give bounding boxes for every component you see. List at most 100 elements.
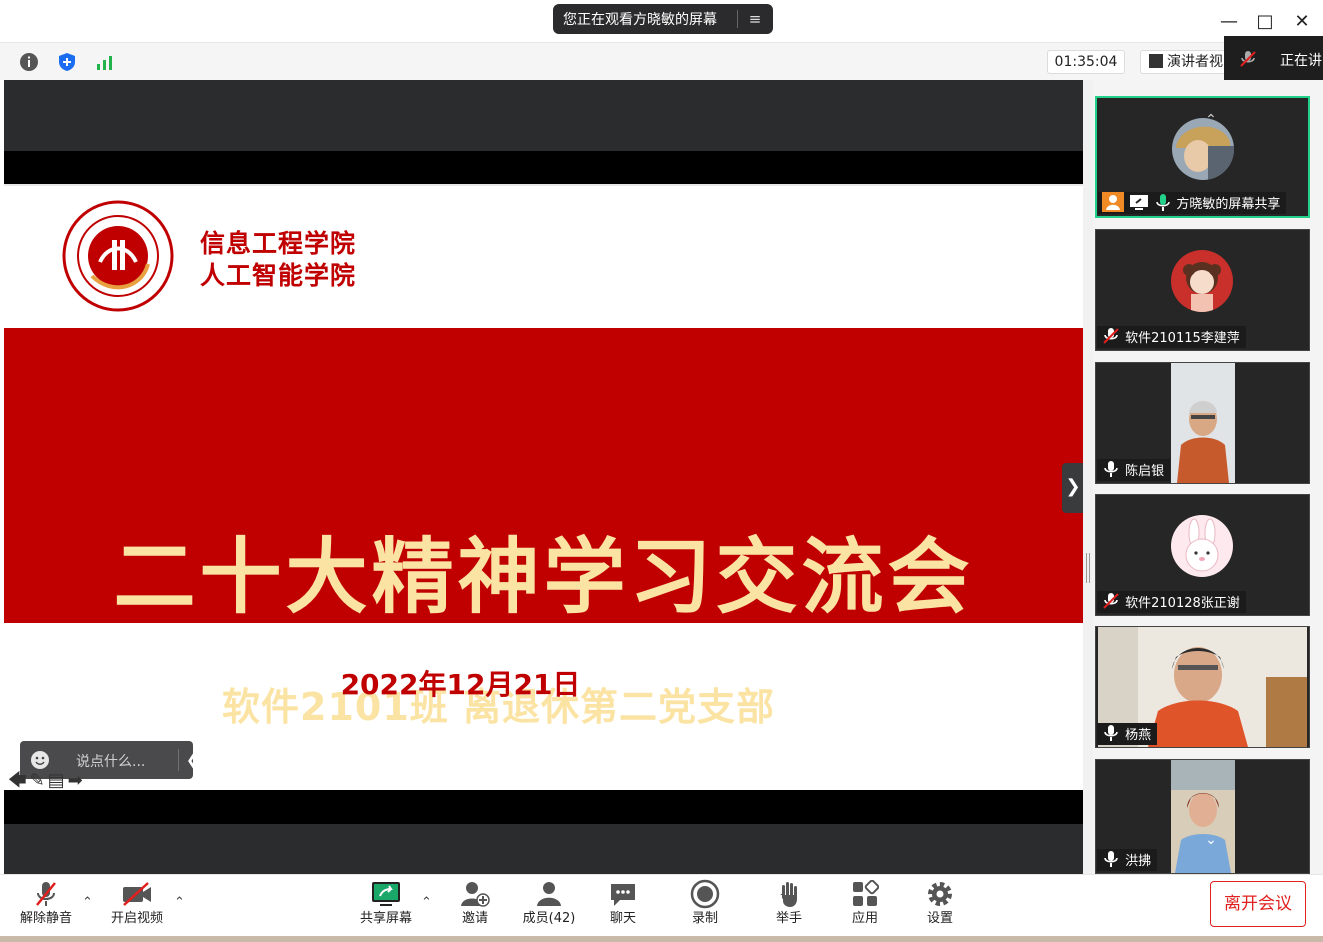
talking-indicator: 正在讲: [1224, 36, 1323, 80]
participant-name-bar: 软件210128张正谢: [1097, 591, 1246, 613]
participant-name-bar: 洪拂: [1097, 849, 1158, 871]
video-off-icon: [123, 882, 151, 906]
info-icon[interactable]: [18, 51, 42, 73]
screen-share-banner[interactable]: 您正在观看方晓敏的屏幕 ≡: [553, 4, 773, 34]
chat-button[interactable]: 聊天: [600, 877, 646, 935]
mic-icon: [1104, 725, 1118, 741]
start-video-label: 开启视频: [110, 911, 163, 926]
layout-icon: [1149, 54, 1163, 68]
annotation-tools-icon[interactable]: 🡄✎▤➡: [8, 768, 86, 798]
screen-share-icon: [1130, 195, 1149, 210]
video-options-chevron-icon[interactable]: ⌃: [174, 895, 185, 910]
chat-icon: [611, 884, 635, 906]
slide-date: 2022年12月21日: [340, 668, 581, 701]
participant-tile[interactable]: ⌄ 洪拂: [1095, 759, 1310, 874]
share-screen-button[interactable]: 共享屏幕: [356, 877, 416, 935]
share-options-chevron-icon[interactable]: ⌃: [421, 895, 432, 910]
chat-placeholder[interactable]: 说点什么...: [76, 751, 145, 771]
collapse-chat-icon[interactable]: ❮: [186, 751, 199, 769]
participant-name-bar: 陈启银: [1097, 459, 1171, 481]
record-label: 录制: [691, 911, 718, 926]
chat-label: 聊天: [609, 911, 636, 926]
participant-tile[interactable]: ⌃ 方晓敏的屏幕共享: [1095, 96, 1310, 218]
mic-icon: [1104, 851, 1118, 867]
title-bar: 您正在观看方晓敏的屏幕 ≡ — □ ✕: [0, 0, 1323, 42]
bottom-toolbar: 解除静音 ⌃ 开启视频 ⌃ 共享屏幕 ⌃ 邀请 成员(42) 聊天 录制 举手 …: [0, 874, 1323, 936]
school-logo-icon: [62, 200, 174, 312]
avatar: [1171, 515, 1233, 577]
participant-tile[interactable]: 软件210115李建萍: [1095, 229, 1310, 351]
audio-options-chevron-icon[interactable]: ⌃: [82, 895, 93, 910]
talking-label: 正在讲: [1280, 53, 1322, 69]
panel-splitter[interactable]: [1083, 80, 1093, 874]
slide-red-band: 二十大精神学习交流会 软件2101班 离退休第二党支部: [4, 328, 1083, 729]
participant-name: 软件210115李建萍: [1125, 331, 1240, 346]
mic-muted-icon: [36, 882, 56, 906]
participant-gallery: ⌃ 方晓敏的屏幕共享 软件210115李建萍: [1093, 80, 1323, 874]
scroll-down-icon[interactable]: ⌄: [1200, 832, 1222, 848]
participant-name: 洪拂: [1125, 854, 1152, 869]
invite-label: 邀请: [461, 911, 488, 926]
speaker-view-button[interactable]: 演讲者视: [1140, 50, 1230, 74]
members-icon: [537, 882, 561, 906]
unmute-button[interactable]: 解除静音: [16, 877, 76, 935]
invite-button[interactable]: 邀请: [452, 877, 498, 935]
leave-meeting-button[interactable]: 离开会议: [1210, 881, 1306, 927]
avatar: [1171, 250, 1233, 312]
top-toolbar: 01:35:04 演讲者视: [0, 42, 1323, 80]
record-icon: [690, 879, 720, 909]
splitter-grip[interactable]: [1086, 553, 1090, 583]
raise-hand-button[interactable]: 举手: [766, 877, 812, 935]
letterbox-bottom: [4, 790, 1083, 824]
avatar: [1172, 118, 1234, 180]
gear-icon: [928, 882, 952, 906]
record-button[interactable]: 录制: [682, 877, 728, 935]
participant-video: [1171, 760, 1235, 873]
unmute-label: 解除静音: [19, 911, 72, 926]
participant-tile[interactable]: 软件210128张正谢: [1095, 494, 1310, 616]
raise-hand-icon: [780, 882, 797, 907]
chat-divider: [178, 749, 179, 771]
host-icon: [1102, 192, 1124, 212]
participant-name-bar: 杨燕: [1097, 723, 1158, 745]
participant-name: 杨燕: [1125, 728, 1152, 743]
participant-tile[interactable]: 陈启银: [1095, 362, 1310, 484]
mic-muted-icon: [1103, 593, 1119, 609]
participant-name-bar: 方晓敏的屏幕共享: [1098, 192, 1287, 214]
desktop-background-strip: [0, 936, 1323, 942]
minimize-icon[interactable]: —: [1215, 10, 1243, 34]
participant-name: 陈启银: [1125, 464, 1165, 479]
apps-label: 应用: [851, 911, 878, 926]
muted-mic-icon: [1240, 51, 1256, 67]
slide-title: 二十大精神学习交流会: [113, 530, 974, 625]
apps-icon: [853, 880, 879, 906]
share-banner-text: 您正在观看方晓敏的屏幕: [563, 12, 717, 28]
signal-strength-icon[interactable]: [94, 51, 118, 73]
emoji-icon[interactable]: [30, 750, 50, 770]
share-screen-label: 共享屏幕: [359, 911, 412, 926]
security-shield-icon[interactable]: [56, 51, 80, 73]
participant-tile[interactable]: 杨燕: [1095, 626, 1310, 748]
settings-label: 设置: [926, 911, 953, 926]
meeting-timer: 01:35:04: [1047, 50, 1125, 74]
mic-icon: [1104, 461, 1118, 477]
participant-name: 方晓敏的屏幕共享: [1176, 197, 1281, 212]
maximize-icon[interactable]: □: [1251, 10, 1279, 34]
close-icon[interactable]: ✕: [1288, 10, 1316, 34]
settings-button[interactable]: 设置: [917, 877, 963, 935]
participant-name-bar: 软件210115李建萍: [1097, 326, 1246, 348]
view-options-icon[interactable]: ≡: [738, 10, 772, 28]
participant-video: [1171, 363, 1235, 483]
members-button[interactable]: 成员(42): [520, 877, 578, 935]
collapse-gallery-icon[interactable]: ❯: [1062, 463, 1084, 513]
speaker-view-label: 演讲者视: [1167, 54, 1223, 70]
invite-icon: [461, 882, 490, 907]
mic-muted-icon: [1103, 328, 1119, 344]
raise-hand-label: 举手: [775, 911, 802, 926]
start-video-button[interactable]: 开启视频: [106, 877, 168, 935]
participant-name: 软件210128张正谢: [1125, 596, 1240, 611]
apps-button[interactable]: 应用: [842, 877, 888, 935]
share-screen-icon: [372, 882, 400, 906]
members-label: 成员(42): [522, 911, 576, 926]
meeting-window: 您正在观看方晓敏的屏幕 ≡ — □ ✕ 01:35:04 演讲者视 正在讲 信息…: [0, 0, 1323, 942]
